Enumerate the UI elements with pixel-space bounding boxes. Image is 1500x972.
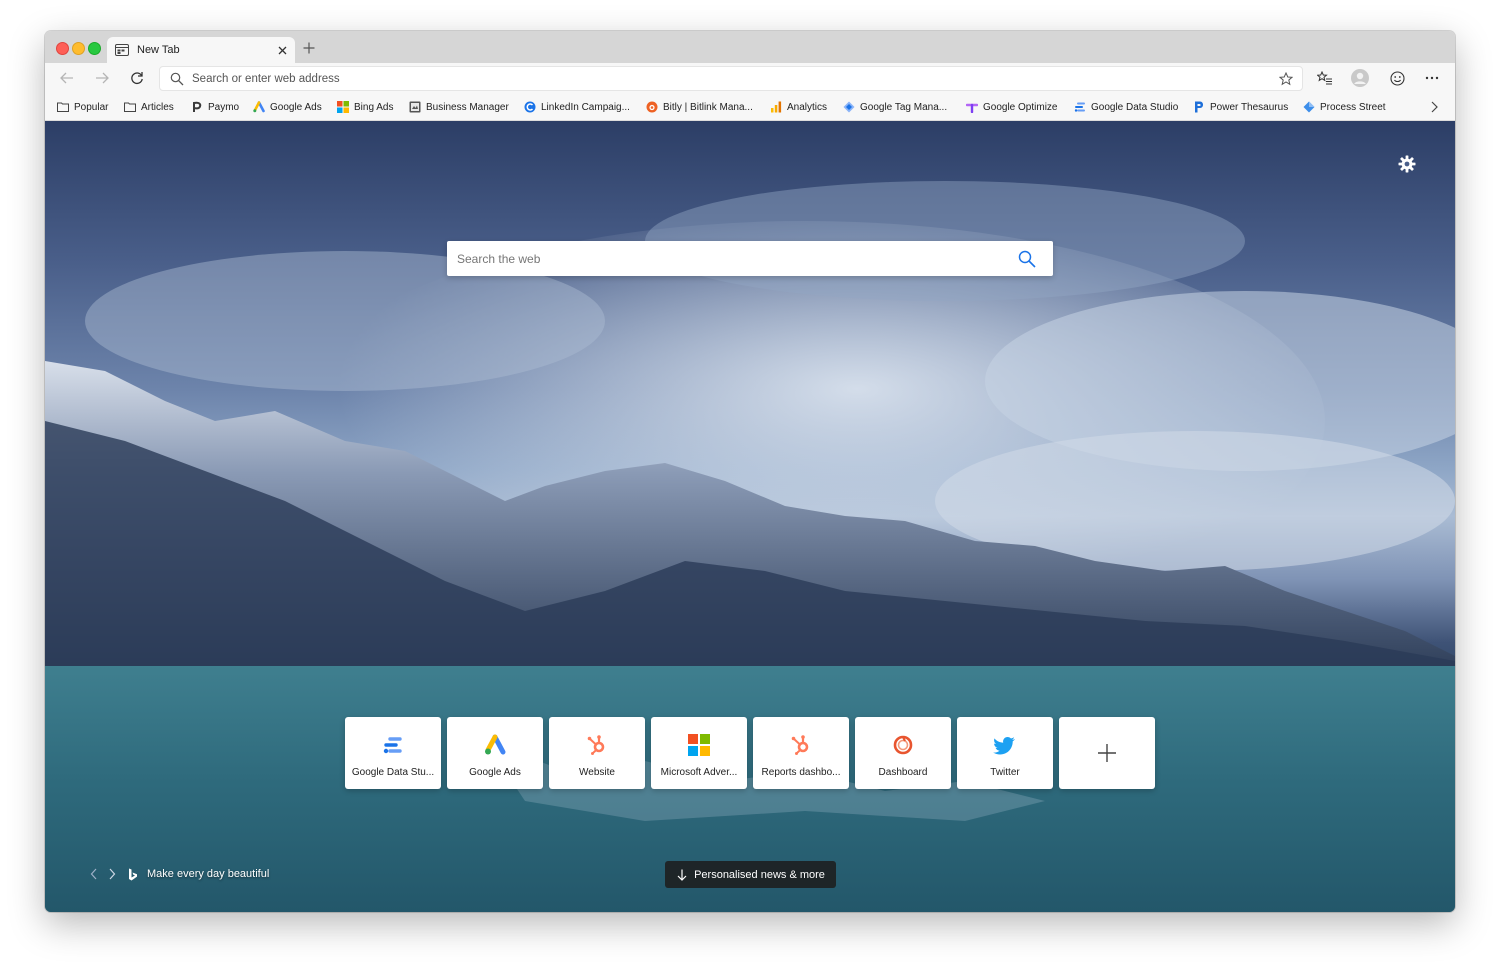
- bookmark-google-optimize[interactable]: Google Optimize: [966, 99, 1057, 115]
- quick-link-tile[interactable]: Twitter: [957, 717, 1053, 789]
- new-tab-page: Google Data Stu... Google Ads Website Mi…: [45, 121, 1455, 912]
- web-search-button[interactable]: [1017, 249, 1037, 269]
- web-search-box[interactable]: [447, 241, 1053, 276]
- bitly-icon: [646, 101, 658, 113]
- bookmark-business-manager[interactable]: Business Manager: [409, 99, 509, 115]
- refresh-icon: [131, 72, 143, 85]
- minimize-window-button[interactable]: [72, 42, 85, 55]
- forward-button[interactable]: [93, 69, 111, 87]
- bookmark-power-thesaurus[interactable]: Power Thesaurus: [1193, 99, 1288, 115]
- quick-link-tile[interactable]: Dashboard: [855, 717, 951, 789]
- linkedin-campaign-icon: [524, 101, 536, 113]
- toolbar: [45, 63, 1455, 93]
- arrow-left-icon: [60, 72, 73, 84]
- google-ads-icon: [253, 101, 265, 113]
- add-quick-link-tile[interactable]: [1059, 717, 1155, 789]
- quick-link-tile[interactable]: Microsoft Adver...: [651, 717, 747, 789]
- hubspot-icon: [587, 735, 605, 755]
- quick-link-tile[interactable]: Google Data Stu...: [345, 717, 441, 789]
- settings-menu-button[interactable]: [1423, 69, 1441, 87]
- smiley-icon: [1389, 70, 1405, 86]
- new-tab-page-icon: [115, 44, 129, 56]
- tab-new-tab[interactable]: New Tab: [107, 37, 295, 63]
- analytics-icon: [771, 101, 782, 113]
- address-input[interactable]: [192, 70, 1272, 88]
- quick-link-tile[interactable]: Reports dashbo...: [753, 717, 849, 789]
- new-tab-button[interactable]: [301, 40, 317, 56]
- browser-window: New Tab Search or enter web address Popu…: [45, 31, 1455, 912]
- tab-strip: New Tab: [45, 31, 1455, 63]
- bookmark-google-ads[interactable]: Google Ads: [253, 99, 322, 115]
- chevron-right-icon: [1431, 101, 1438, 113]
- arrow-right-icon: [96, 72, 109, 84]
- plus-icon: [303, 42, 315, 54]
- bookmark-paymo[interactable]: Paymo: [191, 99, 239, 115]
- google-ads-icon: [485, 734, 506, 755]
- web-search-input[interactable]: [457, 250, 997, 268]
- address-bar[interactable]: [159, 66, 1303, 91]
- chevron-right-icon: [109, 868, 116, 880]
- bookmark-google-data-studio[interactable]: Google Data Studio: [1074, 99, 1178, 115]
- close-tab-icon[interactable]: [275, 43, 289, 57]
- folder-icon: [57, 102, 69, 112]
- bookmark-google-tag-manager[interactable]: Google Tag Mana...: [843, 99, 947, 115]
- star-icon: [1279, 72, 1293, 86]
- image-caption-bar: Make every day beautiful: [87, 865, 269, 883]
- microsoft-icon: [688, 734, 710, 756]
- previous-image-button[interactable]: [87, 867, 101, 881]
- personalised-news-label: Personalised news & more: [694, 868, 825, 881]
- quick-link-tile[interactable]: Google Ads: [447, 717, 543, 789]
- google-optimize-icon: [966, 103, 978, 113]
- data-studio-icon: [1074, 102, 1085, 112]
- favorites-button[interactable]: [1316, 69, 1334, 87]
- bookmark-linkedin-campaign[interactable]: LinkedIn Campaig...: [524, 99, 630, 115]
- add-favorite-button[interactable]: [1278, 71, 1294, 87]
- tag-manager-icon: [843, 101, 855, 113]
- microsoft-icon: [337, 101, 349, 113]
- personalised-news-button[interactable]: Personalised news & more: [665, 861, 836, 888]
- page-settings-button[interactable]: [1397, 154, 1417, 174]
- plus-icon: [1098, 744, 1116, 762]
- profile-button[interactable]: [1351, 69, 1369, 87]
- quick-link-tile[interactable]: Website: [549, 717, 645, 789]
- power-thesaurus-icon: [1195, 101, 1203, 113]
- twitter-icon: [993, 736, 1015, 755]
- bookmark-popular[interactable]: Popular: [57, 99, 108, 115]
- business-manager-icon: [409, 101, 421, 113]
- bookmark-process-street[interactable]: Process Street: [1303, 99, 1386, 115]
- avatar-icon: [1351, 69, 1369, 87]
- dashboard-icon: [893, 735, 913, 755]
- bing-logo-icon: [127, 867, 139, 881]
- zoom-window-button[interactable]: [88, 42, 101, 55]
- paymo-icon: [193, 101, 202, 112]
- chevron-left-icon: [90, 868, 97, 880]
- bookmark-articles[interactable]: Articles: [124, 99, 174, 115]
- gear-icon: [1398, 155, 1416, 173]
- image-tagline[interactable]: Make every day beautiful: [147, 868, 269, 880]
- search-icon: [1018, 250, 1036, 268]
- bookmark-bing-ads[interactable]: Bing Ads: [337, 99, 393, 115]
- favorites-list-icon: [1317, 71, 1332, 85]
- back-button[interactable]: [58, 69, 76, 87]
- hubspot-icon: [791, 735, 809, 755]
- background-image: [45, 181, 1455, 912]
- search-icon: [170, 72, 184, 86]
- folder-icon: [124, 102, 136, 112]
- arrow-down-icon: [676, 869, 688, 881]
- close-window-button[interactable]: [56, 42, 69, 55]
- process-street-icon: [1303, 101, 1315, 113]
- refresh-button[interactable]: [128, 69, 146, 87]
- tab-title: New Tab: [137, 44, 180, 56]
- bookmark-analytics[interactable]: Analytics: [770, 99, 827, 115]
- bookmark-bitly[interactable]: Bitly | Bitlink Mana...: [646, 99, 753, 115]
- data-studio-icon: [383, 737, 402, 754]
- feedback-button[interactable]: [1388, 69, 1406, 87]
- favorites-bar: Popular Articles Paymo Google Ads Bing A…: [45, 93, 1455, 121]
- next-image-button[interactable]: [105, 867, 119, 881]
- more-horizontal-icon: [1425, 76, 1439, 80]
- more-favorites-button[interactable]: [1427, 100, 1441, 114]
